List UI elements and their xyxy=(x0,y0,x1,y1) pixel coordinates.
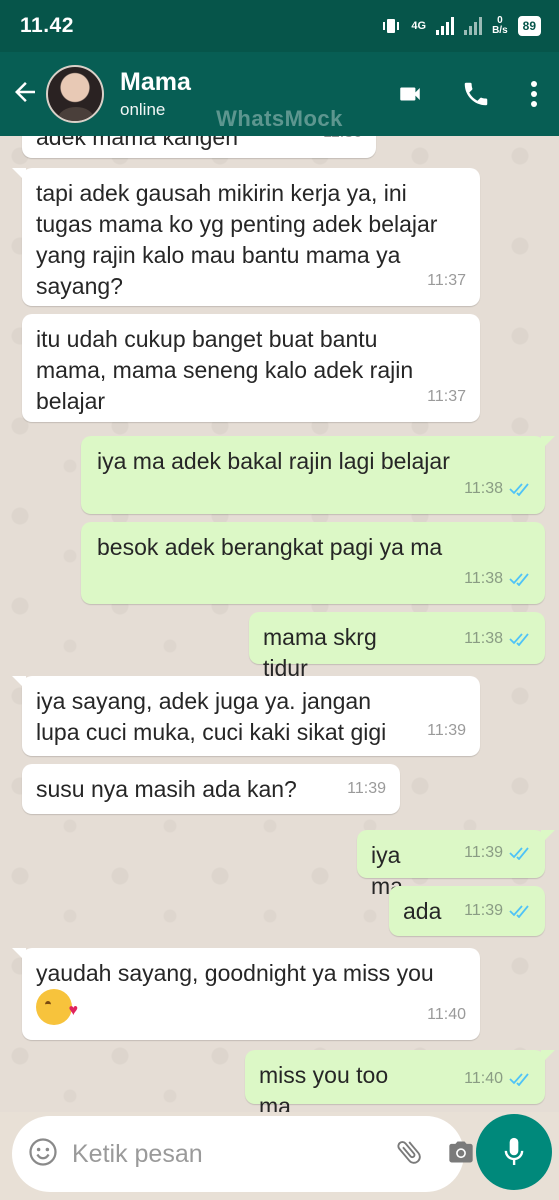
message-outgoing[interactable]: ada 11:39 xyxy=(389,886,545,936)
message-meta: 11:38 xyxy=(464,473,531,504)
message-text: besok adek berangkat pagi ya ma xyxy=(97,534,443,560)
message-outgoing[interactable]: iya ma 11:39 xyxy=(357,830,555,899)
net-speed-unit: B/s xyxy=(492,25,508,36)
message-text: itu udah cukup banget buat bantu mama, m… xyxy=(36,326,420,414)
message-incoming[interactable]: iya sayang, adek juga ya. jangan lupa cu… xyxy=(12,676,480,756)
battery-icon: 89 xyxy=(517,16,541,36)
contact-info[interactable]: Mama online xyxy=(120,68,377,120)
message-incoming[interactable]: itu udah cukup banget buat bantu mama, m… xyxy=(22,314,480,422)
chat-header: Mama online xyxy=(0,52,559,136)
message-text: adek mama kangen xyxy=(36,136,239,150)
message-meta: 11:38 xyxy=(464,623,531,654)
camera-icon[interactable] xyxy=(446,1138,476,1171)
message-text: susu nya masih ada kan? xyxy=(36,776,297,802)
message-meta: 11:37 xyxy=(427,381,466,412)
kissing-face-emoji-icon xyxy=(36,989,78,1026)
message-time: 11:37 xyxy=(427,272,466,289)
net-speed: 0 B/s xyxy=(492,16,508,36)
double-check-icon xyxy=(509,846,529,860)
signal-icon xyxy=(436,17,455,35)
contact-name: Mama xyxy=(120,68,191,96)
message-time: 11:40 xyxy=(464,1070,503,1087)
message-meta: 11:37 xyxy=(427,265,466,296)
message-incoming[interactable]: tapi adek gausah mikirin kerja ya, ini t… xyxy=(12,168,480,306)
message-text: tapi adek gausah mikirin kerja ya, ini t… xyxy=(36,180,444,299)
message-outgoing[interactable]: besok adek berangkat pagi ya ma 11:38 xyxy=(81,522,545,604)
message-meta: 11:39 xyxy=(347,773,386,804)
message-meta: 11:36 xyxy=(323,136,362,148)
message-composer xyxy=(12,1116,473,1192)
double-check-icon xyxy=(509,632,529,646)
network-type: 4G xyxy=(411,20,427,32)
avatar[interactable] xyxy=(46,65,104,123)
message-time: 11:38 xyxy=(464,630,503,647)
double-check-icon xyxy=(509,904,529,918)
double-check-icon xyxy=(509,572,529,586)
message-meta: 11:39 xyxy=(427,715,466,746)
message-outgoing[interactable]: iya ma adek bakal rajin lagi belajar 11:… xyxy=(81,436,555,514)
mic-icon xyxy=(504,1137,524,1165)
contact-status: online xyxy=(120,100,166,119)
vibrate-icon xyxy=(383,19,400,33)
message-time: 11:38 xyxy=(464,480,503,497)
back-arrow-icon[interactable] xyxy=(0,77,44,112)
message-outgoing[interactable]: miss you too ma 11:40 xyxy=(245,1050,555,1112)
emoji-icon[interactable] xyxy=(28,1137,58,1172)
message-time: 11:39 xyxy=(464,844,503,861)
message-incoming[interactable]: susu nya masih ada kan? 11:39 xyxy=(22,764,400,814)
message-text: ada xyxy=(403,898,442,924)
more-vert-icon[interactable] xyxy=(509,80,559,108)
message-incoming[interactable]: yaudah sayang, goodnight ya miss you 11:… xyxy=(12,948,480,1040)
message-meta: 11:38 xyxy=(464,563,531,594)
message-outgoing[interactable]: mama skrg tidur 11:38 xyxy=(249,612,545,681)
message-time: 11:39 xyxy=(347,780,386,797)
status-bar: 11.42 4G 0 B/s 89 xyxy=(0,0,559,52)
signal-icon-2 xyxy=(464,17,483,35)
message-time: 11:39 xyxy=(464,902,503,919)
message-time: 11:38 xyxy=(464,570,503,587)
message-time: 11:40 xyxy=(427,1006,466,1023)
video-call-icon[interactable] xyxy=(377,81,443,107)
message-meta: 11:40 xyxy=(427,999,466,1030)
message-text: yaudah sayang, goodnight ya miss you xyxy=(36,960,434,986)
message-meta: 11:39 xyxy=(464,895,531,926)
message-time: 11:36 xyxy=(323,136,362,148)
double-check-icon xyxy=(509,482,529,496)
phone-icon[interactable] xyxy=(443,79,509,109)
message-meta: 11:39 xyxy=(464,837,531,868)
message-time: 11:39 xyxy=(427,722,466,739)
message-input[interactable] xyxy=(72,1139,394,1169)
message-time: 11:37 xyxy=(427,388,466,405)
message-meta: 11:40 xyxy=(464,1063,531,1094)
message-text: iya sayang, adek juga ya. jangan lupa cu… xyxy=(36,688,387,745)
attach-icon[interactable] xyxy=(394,1137,424,1172)
double-check-icon xyxy=(509,1072,529,1086)
chat-area[interactable]: adek mama kangen 11:36 tapi adek gausah … xyxy=(0,136,559,1112)
message-incoming[interactable]: adek mama kangen 11:36 xyxy=(22,136,376,158)
status-icons: 4G 0 B/s 89 xyxy=(381,16,541,36)
mic-button[interactable] xyxy=(476,1114,552,1190)
message-text: mama skrg tidur xyxy=(263,624,384,681)
status-time: 11.42 xyxy=(20,14,74,37)
message-text: miss you too ma xyxy=(259,1062,395,1112)
